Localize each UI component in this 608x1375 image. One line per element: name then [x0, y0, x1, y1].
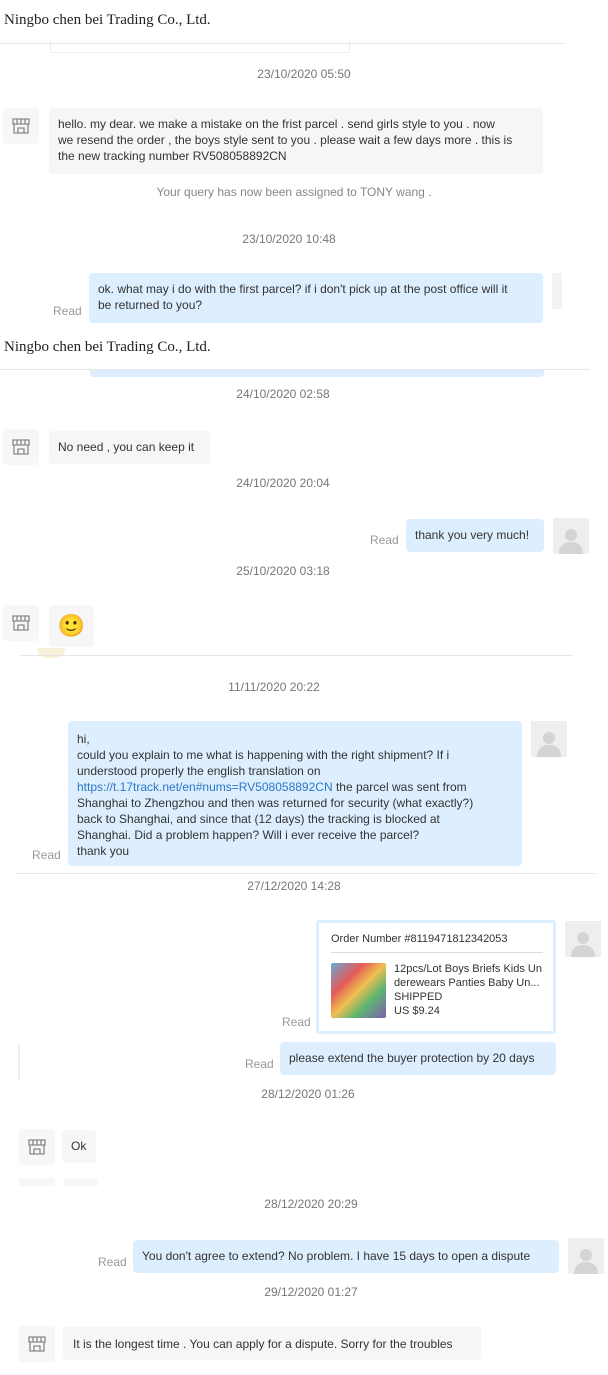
user-icon — [571, 932, 595, 957]
message-bubble: hello. my dear. we make a mistake on the… — [49, 108, 543, 174]
user-icon — [574, 1249, 598, 1274]
timestamp: 28/12/2020 20:29 — [264, 1197, 358, 1211]
emoji-bubble: 🙂 — [49, 605, 94, 647]
seller-avatar[interactable] — [19, 1129, 55, 1165]
scroll-remnant — [64, 1178, 98, 1186]
message-line: understood properly the english translat… — [77, 764, 321, 778]
timestamp: 29/12/2020 01:27 — [264, 1285, 358, 1299]
user-icon — [559, 529, 583, 554]
message-line: Shanghai. Did a problem happen? Will i e… — [77, 828, 420, 842]
message-bubble: please extend the buyer protection by 20… — [280, 1042, 556, 1075]
seller-name-header: Ningbo chen bei Trading Co., Ltd. — [4, 12, 211, 28]
product-title-line: derewears Panties Baby Un... — [394, 977, 540, 989]
seller-avatar[interactable] — [3, 605, 39, 641]
scroll-remnant — [37, 648, 65, 658]
message-bubble: thank you very much! — [406, 519, 544, 552]
message-line: the new tracking number RV508058892CN — [58, 149, 287, 163]
timestamp: 25/10/2020 03:18 — [236, 564, 330, 578]
product-title-line: 12pcs/Lot Boys Briefs Kids Un — [394, 963, 542, 975]
read-status: Read — [245, 1057, 274, 1071]
message-text: the parcel was sent from — [332, 780, 467, 794]
message-bubble: hi, could you explain to me what is happ… — [68, 721, 522, 866]
timestamp: 27/12/2020 14:28 — [247, 879, 341, 893]
buyer-avatar[interactable] — [552, 273, 562, 309]
message-line: hi, — [77, 732, 90, 746]
divider — [20, 655, 573, 656]
divider — [0, 43, 564, 44]
scroll-remnant — [50, 40, 350, 53]
timestamp: 11/11/2020 20:22 — [228, 680, 320, 694]
message-bubble: ok. what may i do with the first parcel?… — [89, 273, 543, 323]
scroll-remnant — [18, 1045, 20, 1081]
read-status: Read — [282, 1015, 311, 1029]
read-status: Read — [370, 533, 399, 547]
message-line: ok. what may i do with the first parcel?… — [98, 282, 508, 296]
read-status: Read — [53, 304, 82, 318]
read-status: Read — [32, 848, 61, 862]
buyer-avatar[interactable] — [531, 721, 567, 757]
message-line: we resend the order , the boys style sen… — [58, 133, 513, 147]
message-line: be returned to you? — [98, 298, 203, 312]
tracking-link[interactable]: https://t.17track.net/en#nums=RV50805889… — [77, 780, 333, 794]
seller-avatar[interactable] — [3, 108, 39, 144]
message-bubble: Ok — [62, 1130, 96, 1163]
divider — [0, 369, 590, 370]
shop-icon — [12, 118, 30, 134]
order-card[interactable]: Order Number #8119471812342053 12pcs/Lot… — [316, 920, 556, 1034]
system-notice: Your query has now been assigned to TONY… — [156, 185, 432, 199]
product-thumbnail[interactable] — [331, 963, 386, 1018]
order-status: SHIPPED — [394, 991, 443, 1003]
message-bubble: No need , you can keep it — [49, 431, 210, 464]
timestamp: 23/10/2020 10:48 — [242, 232, 336, 246]
timestamp: 24/10/2020 20:04 — [236, 476, 330, 490]
buyer-avatar[interactable] — [565, 921, 601, 957]
seller-avatar[interactable] — [3, 429, 39, 465]
message-line: thank you — [77, 844, 130, 858]
message-line: could you explain to me what is happenin… — [77, 748, 450, 762]
seller-name-header: Ningbo chen bei Trading Co., Ltd. — [4, 339, 211, 355]
scroll-remnant — [90, 369, 544, 377]
message-bubble: You don't agree to extend? No problem. I… — [133, 1240, 559, 1273]
message-bubble: It is the longest time . You can apply f… — [63, 1327, 481, 1360]
order-number: Order Number #8119471812342053 — [331, 933, 508, 945]
timestamp: 24/10/2020 02:58 — [236, 387, 330, 401]
message-line: Shanghai to Zhengzhou and then was retur… — [77, 796, 474, 810]
scroll-remnant — [19, 1178, 55, 1186]
message-line: back to Shanghai, and since that (12 day… — [77, 812, 440, 826]
shop-icon — [28, 1336, 46, 1352]
read-status: Read — [98, 1255, 127, 1269]
order-price: US $9.24 — [394, 1005, 440, 1017]
buyer-avatar[interactable] — [568, 1238, 604, 1274]
buyer-avatar[interactable] — [553, 518, 589, 554]
timestamp: 28/12/2020 01:26 — [261, 1087, 355, 1101]
order-divider — [331, 952, 543, 953]
user-icon — [537, 732, 561, 757]
smile-emoji: 🙂 — [57, 613, 86, 638]
seller-avatar[interactable] — [19, 1326, 55, 1362]
shop-icon — [12, 439, 30, 455]
message-line: hello. my dear. we make a mistake on the… — [58, 117, 495, 131]
divider — [17, 873, 596, 874]
timestamp: 23/10/2020 05:50 — [257, 67, 351, 81]
shop-icon — [12, 615, 30, 631]
message-line: https://t.17track.net/en#nums=RV50805889… — [77, 779, 513, 795]
shop-icon — [28, 1139, 46, 1155]
